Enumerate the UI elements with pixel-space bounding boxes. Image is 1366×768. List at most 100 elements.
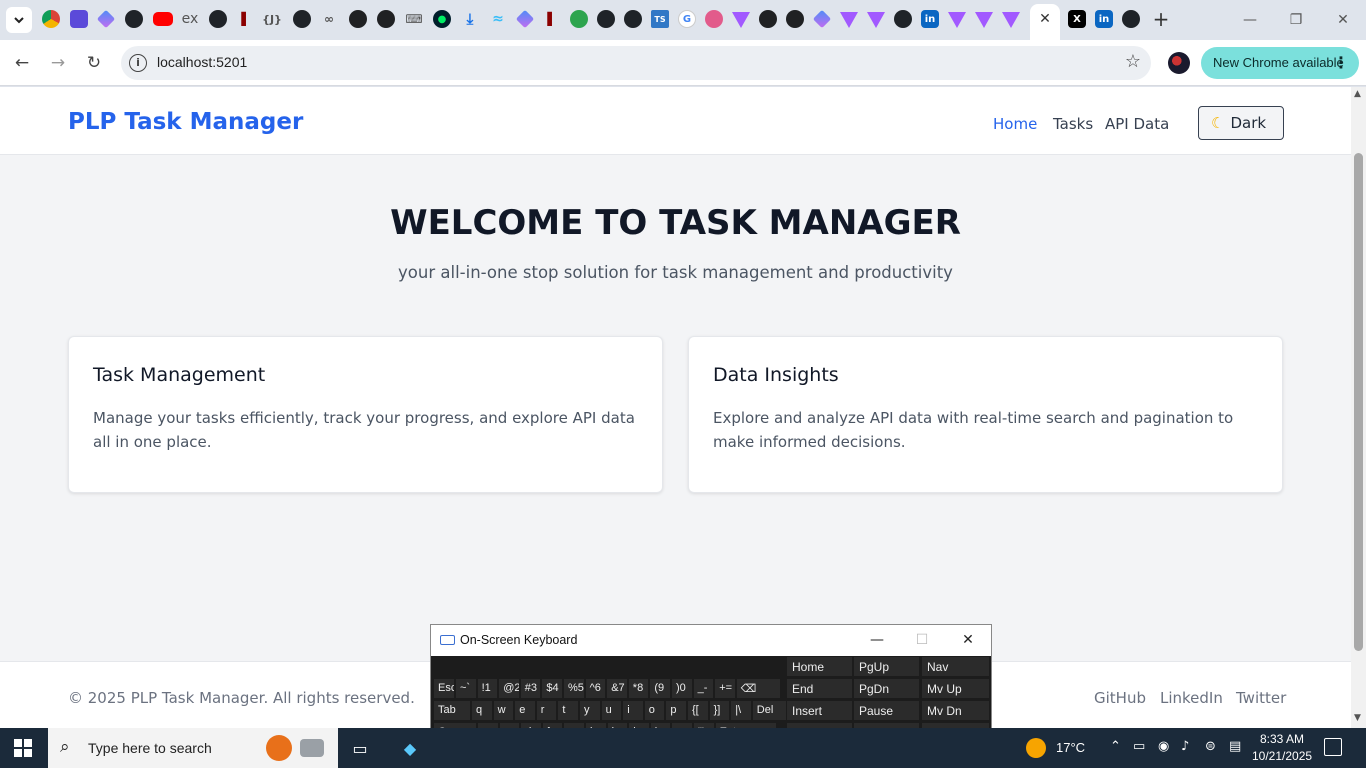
key-1-8[interactable]: i: [622, 700, 644, 721]
github-tab[interactable]: [624, 10, 642, 28]
battery-icon[interactable]: ▭: [1133, 739, 1145, 754]
key-0-2[interactable]: !1: [476, 678, 499, 699]
side-key-1-1[interactable]: PgDn: [853, 678, 920, 699]
side-key-2-2[interactable]: Mv Dn: [921, 700, 990, 721]
close-window-icon[interactable]: ✕: [1331, 8, 1355, 32]
chart-tab[interactable]: ▌: [543, 10, 561, 28]
key-0-4[interactable]: #3: [519, 678, 542, 699]
minimize-icon[interactable]: —: [866, 630, 888, 650]
chatgpt-tab[interactable]: [759, 10, 777, 28]
network-icon[interactable]: ▤: [1229, 739, 1241, 754]
github-tab[interactable]: [894, 10, 912, 28]
volume-icon[interactable]: ♪: [1181, 739, 1189, 754]
key-1-0[interactable]: Tab: [433, 700, 471, 721]
json-tab[interactable]: {J}: [262, 10, 282, 28]
side-key-0-1[interactable]: PgUp: [853, 656, 920, 677]
linkedin-tab[interactable]: in: [1095, 10, 1113, 28]
footer-link-github[interactable]: GitHub: [1094, 689, 1146, 707]
github-tab[interactable]: [209, 10, 227, 28]
copilot-icon[interactable]: ◆: [399, 738, 421, 760]
download-tab[interactable]: ⤓: [461, 10, 479, 28]
key-0-13[interactable]: +=: [714, 678, 736, 699]
key-0-1[interactable]: ~`: [455, 678, 477, 699]
youtube-tab[interactable]: [153, 12, 173, 26]
chrome-update-button[interactable]: New Chrome available ⋮: [1201, 47, 1359, 79]
gemini-tab[interactable]: [515, 9, 535, 29]
google-tab[interactable]: G: [678, 10, 696, 28]
linkedin-tab[interactable]: in: [921, 10, 939, 28]
key-0-11[interactable]: )0: [671, 678, 693, 699]
key-1-4[interactable]: r: [535, 700, 558, 721]
side-key-1-2[interactable]: Mv Up: [921, 678, 990, 699]
kebab-menu-icon[interactable]: ⋮: [1333, 53, 1349, 72]
osk-title-bar[interactable]: On-Screen Keyboard — ☐ ✕: [431, 625, 991, 656]
key-0-5[interactable]: $4: [541, 678, 563, 699]
key-0-12[interactable]: _-: [692, 678, 715, 699]
nav-tasks[interactable]: Tasks: [1053, 115, 1093, 133]
vite-tab[interactable]: [867, 12, 885, 28]
github-tab[interactable]: [293, 10, 311, 28]
profile-avatar[interactable]: [1168, 52, 1190, 74]
key-0-7[interactable]: ^6: [584, 678, 607, 699]
close-icon[interactable]: ✕: [957, 630, 979, 650]
key-0-8[interactable]: &7: [606, 678, 628, 699]
key-1-6[interactable]: y: [579, 700, 601, 721]
chart-tab[interactable]: ▌: [237, 10, 255, 28]
tailwind-tab[interactable]: ≈: [489, 10, 507, 28]
close-tab-icon[interactable]: ✕: [1036, 10, 1054, 28]
vite-tab[interactable]: [1002, 12, 1020, 28]
wifi-icon[interactable]: ⊜: [1205, 739, 1216, 754]
weather-icon[interactable]: [1026, 738, 1046, 758]
robot-tab[interactable]: ⌨: [405, 10, 423, 28]
scrollbar-thumb[interactable]: [1354, 153, 1363, 651]
link-tab[interactable]: ∞: [320, 10, 338, 28]
key-1-5[interactable]: t: [557, 700, 579, 721]
vite-tab[interactable]: [732, 12, 750, 28]
typescript-tab[interactable]: TS: [651, 10, 669, 28]
side-key-1-0[interactable]: End: [786, 678, 853, 699]
key-0-0[interactable]: Esc: [433, 678, 455, 699]
taskbar-search-box[interactable]: ⌕ Type here to search: [48, 728, 338, 768]
scroll-up-icon[interactable]: ▲: [1354, 89, 1361, 99]
key-1-9[interactable]: o: [643, 700, 666, 721]
vite-tab[interactable]: [948, 12, 966, 28]
reload-icon[interactable]: ↻: [82, 51, 106, 75]
key-0-6[interactable]: %5: [563, 678, 585, 699]
nav-api-data[interactable]: API Data: [1105, 115, 1169, 133]
key-1-1[interactable]: q: [471, 700, 493, 721]
side-key-0-2[interactable]: Nav: [921, 656, 990, 677]
chatgpt-tab[interactable]: [786, 10, 804, 28]
key-1-3[interactable]: e: [514, 700, 536, 721]
key-1-10[interactable]: p: [665, 700, 687, 721]
forward-arrow-icon[interactable]: →: [46, 51, 70, 75]
key-1-11[interactable]: {[: [687, 700, 709, 721]
task-view-icon[interactable]: ▭: [349, 738, 371, 760]
tab-search-button[interactable]: [6, 7, 32, 33]
key-0-14[interactable]: ⌫: [735, 678, 781, 699]
chevron-up-icon[interactable]: ⌃: [1110, 739, 1121, 754]
site-info-icon[interactable]: i: [129, 54, 147, 72]
chatgpt-tab[interactable]: [349, 10, 367, 28]
page-scrollbar[interactable]: ▲ ▼: [1351, 87, 1366, 728]
restore-window-icon[interactable]: ❐: [1284, 8, 1308, 32]
key-1-12[interactable]: }]: [708, 700, 731, 721]
scroll-down-icon[interactable]: ▼: [1354, 713, 1361, 723]
vite-tab[interactable]: [975, 12, 993, 28]
doc-tab[interactable]: [70, 10, 88, 28]
github-tab[interactable]: [570, 10, 588, 28]
meet-icon[interactable]: ◉: [1158, 739, 1169, 754]
back-arrow-icon[interactable]: ←: [10, 51, 34, 75]
x-tab[interactable]: X: [1068, 10, 1086, 28]
mongodb-tab[interactable]: ●: [433, 10, 451, 28]
heart-tab[interactable]: [705, 10, 723, 28]
chrome-tab[interactable]: [42, 10, 60, 28]
footer-link-twitter[interactable]: Twitter: [1236, 689, 1286, 707]
address-url[interactable]: localhost:5201: [157, 54, 247, 70]
github-tab[interactable]: [597, 10, 615, 28]
new-tab-button[interactable]: +: [1150, 8, 1172, 30]
ex-tab[interactable]: ex: [181, 10, 199, 28]
windows-start-icon[interactable]: [14, 739, 32, 757]
gemini-tab[interactable]: [96, 9, 116, 29]
address-bar[interactable]: i localhost:5201 ☆: [121, 46, 1151, 80]
bookmark-star-icon[interactable]: ☆: [1125, 51, 1141, 72]
